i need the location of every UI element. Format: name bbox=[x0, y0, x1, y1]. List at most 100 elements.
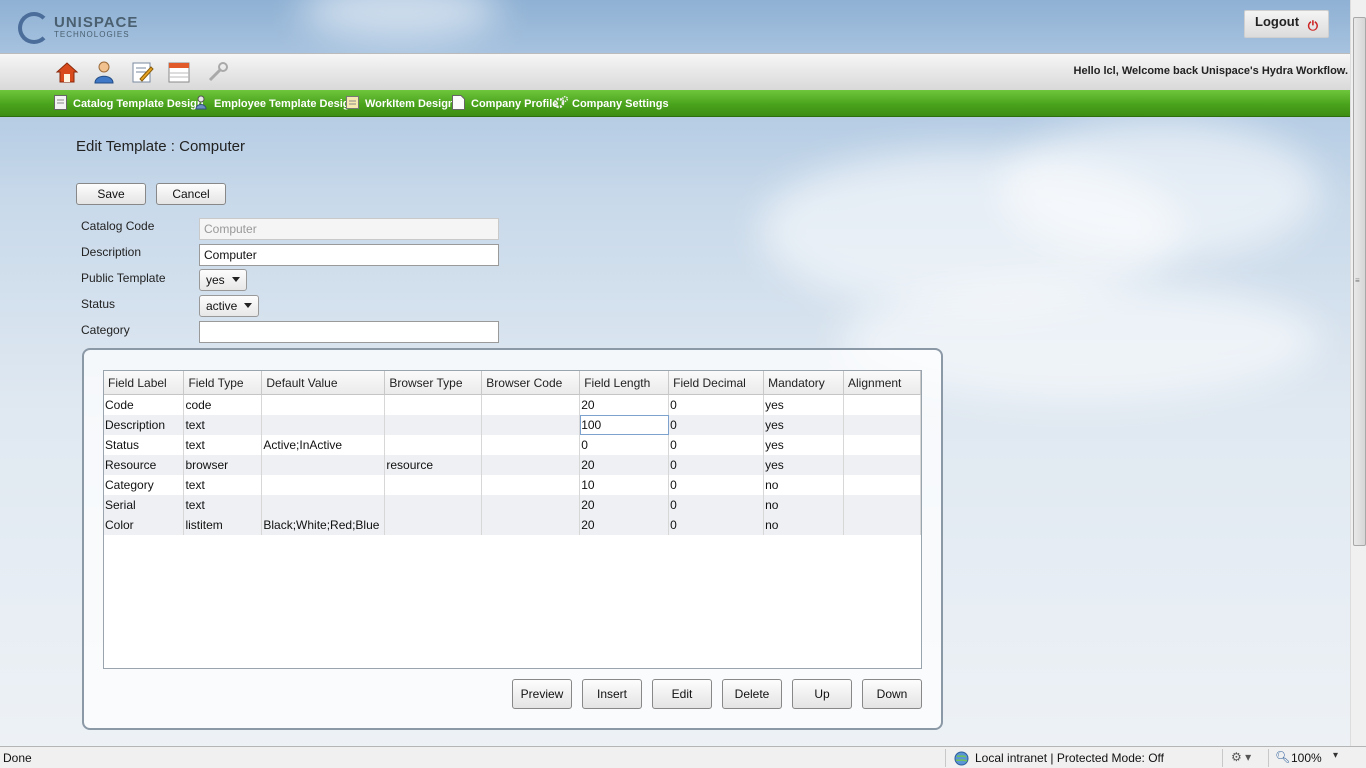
table-cell[interactable] bbox=[481, 495, 581, 515]
table-cell[interactable] bbox=[843, 515, 921, 535]
table-row[interactable]: Status text Active;InActive 0 0 yes bbox=[104, 435, 921, 455]
table-cell[interactable] bbox=[384, 495, 483, 515]
table-cell[interactable] bbox=[481, 394, 581, 415]
table-cell[interactable]: Status bbox=[104, 435, 185, 455]
table-cell[interactable] bbox=[481, 475, 581, 495]
logout-button[interactable]: Logout ⏻ bbox=[1244, 10, 1329, 38]
table-cell[interactable]: yes bbox=[763, 394, 845, 415]
table-row[interactable]: Description text 100 0 yes bbox=[104, 415, 921, 435]
table-cell[interactable] bbox=[481, 515, 581, 535]
column-header[interactable]: Alignment bbox=[843, 371, 921, 395]
table-cell[interactable]: code bbox=[183, 394, 263, 415]
zoom-level[interactable]: 100% bbox=[1291, 751, 1322, 765]
table-cell[interactable]: 0 bbox=[668, 394, 765, 415]
preview-button[interactable]: Preview bbox=[512, 679, 572, 709]
table-row[interactable]: Color listitem Black;White;Red;Blue 20 0… bbox=[104, 515, 921, 535]
table-cell[interactable] bbox=[384, 394, 483, 415]
table-cell[interactable]: Description bbox=[104, 415, 185, 435]
table-cell[interactable]: Category bbox=[104, 475, 185, 495]
table-cell[interactable]: text bbox=[183, 475, 263, 495]
table-cell[interactable] bbox=[261, 394, 386, 415]
nav-employee-template-design[interactable]: Employee Template Design bbox=[195, 95, 356, 110]
up-button[interactable]: Up bbox=[792, 679, 852, 709]
description-field[interactable]: Computer bbox=[199, 244, 499, 266]
table-cell[interactable]: no bbox=[763, 515, 845, 535]
column-header[interactable]: Field Label bbox=[104, 371, 185, 395]
table-cell[interactable]: Serial bbox=[104, 495, 185, 515]
nav-company-profile[interactable]: Company Profile bbox=[452, 95, 558, 110]
table-cell[interactable] bbox=[843, 455, 921, 475]
column-header[interactable]: Browser Code bbox=[481, 371, 581, 395]
table-cell[interactable]: Color bbox=[104, 515, 185, 535]
table-cell[interactable]: 20 bbox=[579, 455, 670, 475]
table-cell[interactable] bbox=[481, 415, 581, 435]
table-cell[interactable]: text bbox=[183, 435, 263, 455]
table-cell[interactable]: Black;White;Red;Blue bbox=[261, 515, 386, 535]
nav-workitem-design[interactable]: WorkItem Design bbox=[346, 95, 455, 110]
table-cell[interactable]: 20 bbox=[579, 394, 670, 415]
nav-catalog-template-design[interactable]: Catalog Template Design bbox=[54, 95, 204, 110]
table-cell[interactable]: 0 bbox=[668, 495, 765, 515]
user-icon[interactable] bbox=[92, 60, 116, 84]
table-cell[interactable] bbox=[261, 495, 386, 515]
insert-button[interactable]: Insert bbox=[582, 679, 642, 709]
table-row[interactable]: Resource browser resource 20 0 yes bbox=[104, 455, 921, 475]
table-cell[interactable]: 0 bbox=[579, 435, 670, 455]
table-cell[interactable]: browser bbox=[183, 455, 263, 475]
table-cell[interactable] bbox=[843, 435, 921, 455]
zoom-dropdown-icon[interactable]: ▾ bbox=[1333, 750, 1338, 761]
table-cell[interactable] bbox=[481, 455, 581, 475]
cancel-button[interactable]: Cancel bbox=[156, 183, 226, 205]
table-cell[interactable] bbox=[843, 394, 921, 415]
down-button[interactable]: Down bbox=[862, 679, 922, 709]
column-header[interactable]: Field Type bbox=[183, 371, 263, 395]
table-cell[interactable]: 0 bbox=[668, 435, 765, 455]
table-cell[interactable]: 0 bbox=[668, 455, 765, 475]
table-cell[interactable]: 0 bbox=[668, 515, 765, 535]
table-cell[interactable] bbox=[384, 435, 483, 455]
table-cell[interactable]: no bbox=[763, 495, 845, 515]
table-cell[interactable] bbox=[843, 495, 921, 515]
table-cell[interactable]: yes bbox=[763, 435, 845, 455]
delete-button[interactable]: Delete bbox=[722, 679, 782, 709]
nav-company-settings[interactable]: Company Settings bbox=[553, 95, 669, 110]
table-cell[interactable] bbox=[384, 475, 483, 495]
calendar-icon[interactable] bbox=[167, 60, 191, 84]
table-cell[interactable]: resource bbox=[384, 455, 483, 475]
column-header[interactable]: Field Decimal bbox=[668, 371, 765, 395]
status-select[interactable]: active bbox=[199, 295, 260, 317]
table-cell[interactable]: 0 bbox=[668, 475, 765, 495]
column-header[interactable]: Mandatory bbox=[763, 371, 845, 395]
table-cell[interactable]: yes bbox=[763, 415, 845, 435]
table-cell-focused[interactable]: 100 bbox=[579, 415, 670, 435]
tools-icon[interactable] bbox=[206, 60, 230, 84]
table-cell[interactable] bbox=[261, 455, 386, 475]
table-cell[interactable]: no bbox=[763, 475, 845, 495]
table-cell[interactable]: text bbox=[183, 415, 263, 435]
column-header[interactable]: Browser Type bbox=[384, 371, 483, 395]
table-cell[interactable] bbox=[481, 435, 581, 455]
table-cell[interactable] bbox=[843, 475, 921, 495]
table-cell[interactable] bbox=[843, 415, 921, 435]
protected-mode-icon[interactable]: ⚙ ▾ bbox=[1231, 750, 1251, 764]
table-cell[interactable]: 10 bbox=[579, 475, 670, 495]
table-row[interactable]: Category text 10 0 no bbox=[104, 475, 921, 495]
home-icon[interactable] bbox=[55, 60, 79, 84]
edit-button[interactable]: Edit bbox=[652, 679, 712, 709]
column-header[interactable]: Default Value bbox=[261, 371, 386, 395]
table-cell[interactable]: Active;InActive bbox=[261, 435, 386, 455]
table-cell[interactable]: 20 bbox=[579, 495, 670, 515]
table-cell[interactable] bbox=[261, 415, 386, 435]
table-row[interactable]: Serial text 20 0 no bbox=[104, 495, 921, 515]
table-cell[interactable]: text bbox=[183, 495, 263, 515]
table-cell[interactable]: 0 bbox=[668, 415, 765, 435]
vertical-scrollbar[interactable]: ≡ bbox=[1350, 0, 1366, 746]
category-field[interactable] bbox=[199, 321, 499, 343]
table-cell[interactable]: listitem bbox=[183, 515, 263, 535]
table-cell[interactable]: yes bbox=[763, 455, 845, 475]
table-cell[interactable]: 20 bbox=[579, 515, 670, 535]
edit-icon[interactable] bbox=[130, 60, 154, 84]
table-cell[interactable] bbox=[384, 415, 483, 435]
table-cell[interactable]: Code bbox=[104, 394, 185, 415]
table-cell[interactable]: Resource bbox=[104, 455, 185, 475]
